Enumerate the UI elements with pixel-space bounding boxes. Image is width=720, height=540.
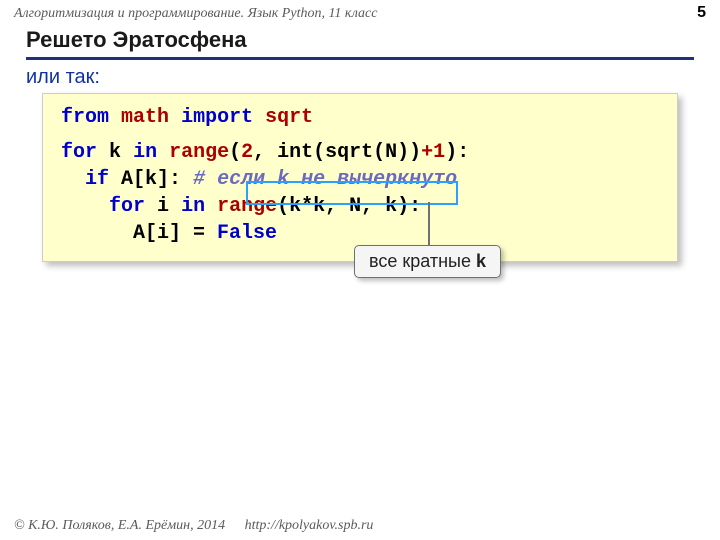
callout: все кратные k — [354, 245, 501, 278]
page-title: Решето Эратосфена — [0, 25, 720, 57]
code-line-1: from math import sqrt — [61, 104, 659, 131]
fn-range2: range — [217, 195, 277, 218]
kw-if: if — [85, 168, 109, 191]
kw-in2: in — [181, 195, 205, 218]
num-plus1: +1 — [421, 141, 445, 164]
course-title: Алгоритмизация и программирование. Язык … — [14, 6, 377, 22]
kw-false: False — [217, 222, 277, 245]
subtitle: или так: — [0, 66, 720, 89]
kw-from: from — [61, 106, 109, 129]
var-k: k — [109, 141, 121, 164]
colon: : — [409, 195, 421, 218]
fn-range: range — [169, 141, 229, 164]
range-args: k*k, N, k) — [289, 195, 409, 218]
var-i: i — [157, 195, 169, 218]
kw-in: in — [133, 141, 157, 164]
p-close: ): — [445, 141, 469, 164]
comment: # если k не вычеркнуто — [193, 168, 457, 191]
footer-url: http://kpolyakov.spb.ru — [245, 518, 374, 533]
range-tail: , int(sqrt(N)) — [253, 141, 421, 164]
fn-sqrt: sqrt — [265, 106, 313, 129]
code-block: from math import sqrt for k in range(2, … — [42, 93, 678, 262]
p2-open: ( — [277, 195, 289, 218]
num-2: 2 — [241, 141, 253, 164]
cond-ak: A[k]: — [121, 168, 181, 191]
code-line-5: A[i] = False — [61, 220, 659, 247]
kw-import: import — [181, 106, 253, 129]
code-line-4: for i in range(k*k, N, k): — [61, 193, 659, 220]
callout-var: k — [476, 251, 486, 271]
header-bar: Алгоритмизация и программирование. Язык … — [0, 0, 720, 25]
kw-for: for — [61, 141, 97, 164]
page-number: 5 — [697, 4, 706, 22]
assign-lhs: A[i] = — [133, 222, 205, 245]
title-underline — [26, 57, 694, 60]
mod-math: math — [121, 106, 169, 129]
p-open: ( — [229, 141, 241, 164]
callout-wrap: все кратные k — [354, 245, 501, 278]
footer: © К.Ю. Поляков, Е.А. Ерёмин, 2014 http:/… — [14, 518, 373, 534]
code-line-3: if A[k]: # если k не вычеркнуто — [61, 166, 659, 193]
code-line-2: for k in range(2, int(sqrt(N))+1): — [61, 139, 659, 166]
kw-for2: for — [109, 195, 145, 218]
callout-text: все кратные — [369, 251, 476, 271]
footer-copyright: © К.Ю. Поляков, Е.А. Ерёмин, 2014 — [14, 518, 225, 533]
